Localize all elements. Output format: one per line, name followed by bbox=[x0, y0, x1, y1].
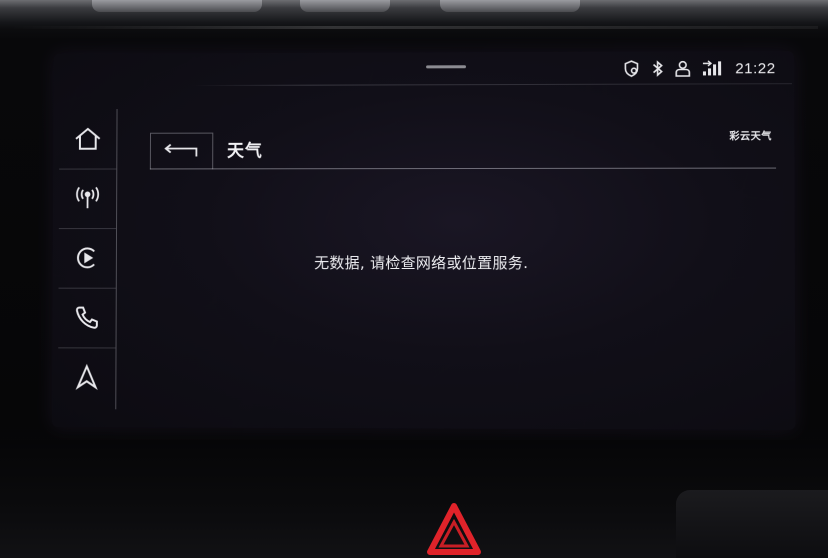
bezel-shine bbox=[10, 26, 818, 29]
hazard-button[interactable] bbox=[424, 500, 484, 558]
car-infotainment-photo: 21:22 天气 彩云天气 无数据, 请检查网络或位置服务. bbox=[0, 0, 828, 558]
phone-icon bbox=[73, 304, 101, 332]
shield-user-icon bbox=[622, 58, 640, 80]
dashboard-control-panel bbox=[676, 490, 828, 558]
header-divider bbox=[149, 167, 777, 170]
navigation-arrow-icon bbox=[74, 363, 100, 391]
bluetooth-icon bbox=[651, 58, 663, 80]
page-title: 天气 bbox=[227, 141, 263, 162]
bezel-detail bbox=[92, 0, 262, 12]
signal-icon bbox=[702, 57, 722, 79]
back-button[interactable] bbox=[149, 132, 214, 170]
bezel-detail bbox=[300, 0, 390, 12]
status-icons: 21:22 bbox=[622, 57, 776, 80]
page-header: 天气 彩云天气 bbox=[148, 127, 778, 172]
sidebar-item-home[interactable] bbox=[59, 109, 117, 170]
hazard-triangle-icon bbox=[427, 503, 481, 555]
notification-pull-handle[interactable] bbox=[426, 65, 467, 69]
profile-icon bbox=[675, 57, 691, 79]
clock: 21:22 bbox=[735, 59, 776, 77]
back-arrow-icon bbox=[163, 143, 201, 161]
home-icon bbox=[73, 126, 103, 152]
sidebar-item-navigation[interactable] bbox=[58, 347, 116, 407]
status-bar: 21:22 bbox=[54, 51, 794, 85]
radio-antenna-icon bbox=[73, 185, 103, 211]
infotainment-screen: 21:22 天气 彩云天气 无数据, 请检查网络或位置服务. bbox=[51, 51, 796, 430]
bezel-detail bbox=[440, 0, 580, 12]
no-data-message: 无数据, 请检查网络或位置服务. bbox=[314, 253, 529, 273]
sidebar-item-phone[interactable] bbox=[58, 287, 116, 349]
sidebar-item-radio[interactable] bbox=[58, 168, 117, 230]
weather-provider-label: 彩云天气 bbox=[729, 131, 772, 143]
